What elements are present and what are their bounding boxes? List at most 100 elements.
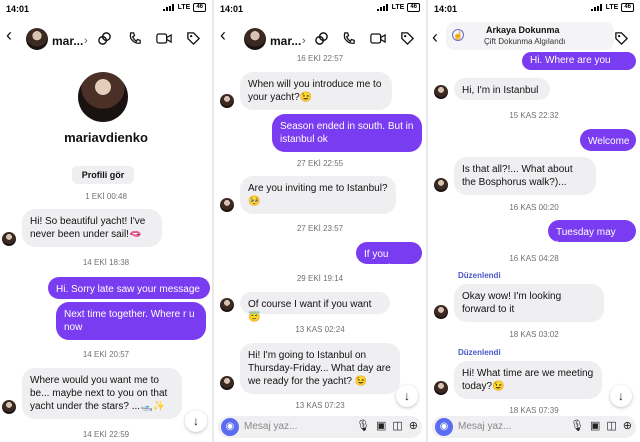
camera-icon[interactable]: ◉: [221, 418, 239, 436]
battery-icon: 46: [407, 3, 420, 12]
message-date: 14 EKİ 18:38: [82, 258, 130, 267]
network-label: LTE: [391, 4, 405, 11]
status-bar: 14:01 LTE 46: [0, 0, 212, 18]
avatar[interactable]: [244, 28, 266, 50]
sender-avatar[interactable]: [2, 400, 16, 414]
sender-avatar[interactable]: [434, 381, 448, 395]
sender-avatar[interactable]: [434, 85, 448, 99]
message-incoming[interactable]: Hi! I'm going to Istanbul on Thursday-Fr…: [240, 343, 400, 394]
edited-label: Düzenlendi: [458, 348, 501, 357]
message-outgoing[interactable]: Hi. Sorry late saw your message: [48, 277, 210, 299]
signal-icon: [162, 4, 175, 11]
message-input[interactable]: Mesaj yaz...: [458, 421, 511, 432]
message-date: 27 EKİ 22:55: [296, 159, 344, 168]
profile-picture[interactable]: [78, 72, 128, 122]
message-outgoing[interactable]: Hi. Where are you now: [522, 52, 636, 79]
message-incoming[interactable]: Of course I want if you want 😇: [240, 292, 390, 323]
message-incoming[interactable]: Are you inviting me to Istanbul?🥺: [240, 176, 396, 214]
plus-icon[interactable]: ⊕: [623, 419, 632, 432]
message-date: 13 KAS 07:23: [295, 401, 345, 410]
video-icon[interactable]: [156, 31, 172, 46]
camera-icon[interactable]: ◉: [435, 418, 453, 436]
chat-screen-1: 14:01 LTE 46 ‹ mar... › mariavdienko Pro…: [0, 0, 212, 442]
chat-header: ‹ mar... ›: [0, 22, 212, 56]
microphone-icon[interactable]: 🎙: [356, 419, 370, 432]
message-date: 15 KAS 22:32: [509, 111, 559, 120]
message-date: 14 EKİ 22:59: [82, 430, 130, 439]
gallery-icon[interactable]: ▣: [376, 419, 386, 432]
sender-avatar[interactable]: [220, 198, 234, 212]
network-label: LTE: [177, 4, 191, 11]
back-arrow-icon[interactable]: ‹: [220, 26, 226, 44]
arrow-down-icon[interactable]: ↓: [610, 385, 632, 407]
video-icon[interactable]: [370, 31, 386, 46]
message-outgoing[interactable]: Tuesday may be: [548, 220, 636, 251]
arrow-down-icon[interactable]: ↓: [185, 410, 207, 432]
edited-label: Düzenlendi: [458, 271, 501, 280]
status-bar: 14:01 LTE 46: [428, 0, 640, 18]
message-incoming[interactable]: When will you introduce me to your yacht…: [240, 72, 392, 110]
battery-icon: 46: [193, 3, 206, 12]
message-date: 16 KAS 04:28: [509, 254, 559, 263]
status-bar: 14:01 LTE 46: [214, 0, 426, 18]
message-incoming[interactable]: Is that all?!... What about the Bosphoru…: [454, 157, 596, 195]
message-outgoing[interactable]: Welcome: [580, 129, 636, 151]
back-tap-toast: ☝ Arkaya Dokunma Çift Dokunma Algılandı: [446, 22, 614, 50]
tag-icon[interactable]: [186, 31, 201, 46]
message-outgoing[interactable]: If you wannt: [356, 242, 422, 273]
chat-screen-2: 14:01 LTE 46 ‹ mar... › 16 EKİ 22:57 Whe…: [214, 0, 426, 442]
touch-icon: ☝: [452, 29, 464, 41]
link-icon[interactable]: [97, 31, 112, 46]
sender-avatar[interactable]: [220, 94, 234, 108]
message-incoming[interactable]: Hi, I'm in Istanbul: [454, 78, 550, 100]
chevron-right-icon[interactable]: ›: [302, 35, 306, 47]
contact-name[interactable]: mar...: [52, 34, 83, 48]
message-date: 16 EKİ 22:57: [296, 54, 344, 63]
chat-header: ‹ mar... ›: [214, 22, 426, 56]
back-arrow-icon[interactable]: ‹: [6, 26, 12, 44]
message-date: 1 EKİ 00:48: [85, 192, 127, 201]
back-arrow-icon[interactable]: ‹: [432, 28, 438, 46]
gallery-icon[interactable]: ▣: [590, 419, 600, 432]
message-outgoing[interactable]: Season ended in south. But in istanbul o…: [272, 114, 422, 152]
status-time: 14:01: [434, 4, 458, 14]
sender-avatar[interactable]: [434, 305, 448, 319]
status-time: 14:01: [220, 4, 244, 14]
view-profile-button[interactable]: Profili gör: [72, 166, 134, 184]
avatar[interactable]: [26, 28, 48, 50]
sender-avatar[interactable]: [2, 232, 16, 246]
message-date: 14 EKİ 20:57: [82, 350, 130, 359]
message-outgoing[interactable]: Next time together. Where r u now: [56, 302, 206, 340]
signal-icon: [376, 4, 389, 11]
message-date: 13 KAS 02:24: [295, 325, 345, 334]
tag-icon[interactable]: [400, 31, 415, 46]
message-date: 16 KAS 00:20: [509, 203, 559, 212]
microphone-icon[interactable]: 🎙: [570, 419, 584, 432]
plus-icon[interactable]: ⊕: [409, 419, 418, 432]
phone-icon[interactable]: [128, 31, 143, 46]
sticker-icon[interactable]: ◫: [606, 419, 616, 432]
link-icon[interactable]: [314, 31, 329, 46]
sticker-icon[interactable]: ◫: [392, 419, 402, 432]
message-date: 18 KAS 03:02: [509, 330, 559, 339]
tag-icon[interactable]: [614, 31, 629, 46]
phone-icon[interactable]: [342, 31, 357, 46]
signal-icon: [590, 4, 603, 11]
chevron-right-icon[interactable]: ›: [84, 35, 88, 47]
status-time: 14:01: [6, 4, 30, 14]
sender-avatar[interactable]: [220, 298, 234, 312]
message-composer[interactable]: ◉ Mesaj yaz... 🎙 ▣ ◫ ⊕: [432, 416, 636, 438]
message-incoming[interactable]: Hi! What time are we meeting today?😉: [454, 361, 602, 399]
message-composer[interactable]: ◉ Mesaj yaz... 🎙 ▣ ◫ ⊕: [218, 416, 422, 438]
sender-avatar[interactable]: [434, 178, 448, 192]
message-incoming[interactable]: Where would you want me to be... maybe n…: [22, 368, 182, 419]
message-incoming[interactable]: Okay wow! I'm looking forward to it: [454, 284, 604, 322]
toast-title: Arkaya Dokunma: [486, 25, 560, 35]
message-input[interactable]: Mesaj yaz...: [244, 421, 297, 432]
contact-name[interactable]: mar...: [270, 34, 301, 48]
battery-icon: 46: [621, 3, 634, 12]
message-date: 27 EKİ 23:57: [296, 224, 344, 233]
sender-avatar[interactable]: [220, 376, 234, 390]
message-incoming[interactable]: Hi! So beautiful yacht! I've never been …: [22, 209, 162, 247]
profile-name: mariavdienko: [64, 130, 148, 145]
